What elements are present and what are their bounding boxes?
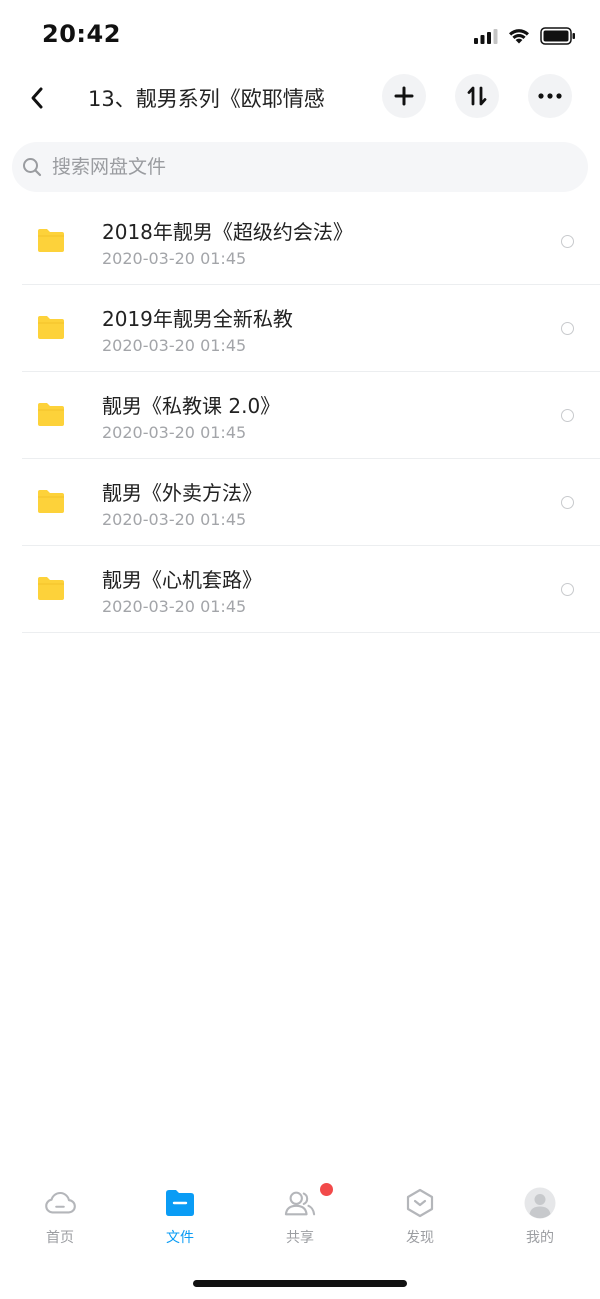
- folder-icon: [38, 403, 64, 426]
- battery-icon: [540, 27, 575, 45]
- tab-label: 首页: [46, 1230, 74, 1246]
- tab-home[interactable]: 首页: [0, 1180, 120, 1250]
- status-bar: 20:42: [0, 0, 600, 70]
- file-name: 2018年靓男《超级约会法》: [102, 220, 353, 244]
- tab-label: 我的: [526, 1230, 554, 1246]
- file-row[interactable]: 2018年靓男《超级约会法》 2020-03-20 01:45: [0, 198, 600, 285]
- file-date: 2020-03-20 01:45: [102, 510, 247, 529]
- file-row[interactable]: 靓男《私教课 2.0》 2020-03-20 01:45: [0, 372, 600, 459]
- search-bar[interactable]: [12, 142, 588, 192]
- search-icon: [22, 157, 42, 177]
- users-icon: [284, 1187, 316, 1219]
- tab-label: 文件: [166, 1230, 194, 1246]
- more-icon: [538, 93, 562, 99]
- folder-icon: [164, 1187, 196, 1219]
- status-icons: [474, 24, 576, 48]
- folder-icon: [38, 316, 64, 339]
- select-radio[interactable]: [561, 235, 574, 248]
- status-time: 20:42: [42, 20, 121, 48]
- file-date: 2020-03-20 01:45: [102, 249, 247, 268]
- file-date: 2020-03-20 01:45: [102, 597, 247, 616]
- search-input[interactable]: [52, 156, 532, 178]
- header: 13、靓男系列《欧耶情感: [0, 70, 600, 126]
- tab-label: 共享: [286, 1230, 314, 1246]
- select-radio[interactable]: [561, 496, 574, 509]
- wifi-icon: [509, 29, 529, 44]
- back-button[interactable]: [20, 80, 54, 116]
- tab-files[interactable]: 文件: [120, 1180, 240, 1250]
- file-date: 2020-03-20 01:45: [102, 336, 247, 355]
- file-name: 靓男《心机套路》: [102, 568, 262, 592]
- file-row[interactable]: 2019年靓男全新私教 2020-03-20 01:45: [0, 285, 600, 372]
- select-radio[interactable]: [561, 322, 574, 335]
- home-indicator: [193, 1280, 407, 1287]
- file-name: 靓男《私教课 2.0》: [102, 394, 281, 418]
- discover-icon: [404, 1187, 436, 1219]
- file-date: 2020-03-20 01:45: [102, 423, 247, 442]
- cloud-icon: [44, 1187, 76, 1219]
- notification-badge: [320, 1183, 333, 1196]
- tab-discover[interactable]: 发现: [360, 1180, 480, 1250]
- tab-me[interactable]: 我的: [480, 1180, 600, 1250]
- sort-icon: [467, 86, 487, 106]
- file-name: 靓男《外卖方法》: [102, 481, 262, 505]
- tab-share[interactable]: 共享: [240, 1180, 360, 1250]
- file-row[interactable]: 靓男《心机套路》 2020-03-20 01:45: [0, 546, 600, 633]
- plus-icon: [394, 86, 414, 106]
- select-radio[interactable]: [561, 409, 574, 422]
- folder-icon: [38, 577, 64, 600]
- more-button[interactable]: [528, 74, 572, 118]
- signal-icon: [474, 29, 498, 44]
- file-list: 2018年靓男《超级约会法》 2020-03-20 01:45 2019年靓男全…: [0, 198, 600, 633]
- add-button[interactable]: [382, 74, 426, 118]
- file-row[interactable]: 靓男《外卖方法》 2020-03-20 01:45: [0, 459, 600, 546]
- page-title: 13、靓男系列《欧耶情感: [88, 87, 325, 111]
- file-name: 2019年靓男全新私教: [102, 307, 293, 331]
- sort-button[interactable]: [455, 74, 499, 118]
- tab-bar: 首页 文件 共享 发现 我的: [0, 1180, 600, 1250]
- back-icon: [31, 87, 43, 109]
- select-radio[interactable]: [561, 583, 574, 596]
- tab-label: 发现: [406, 1230, 434, 1246]
- folder-icon: [38, 229, 64, 252]
- folder-icon: [38, 490, 64, 513]
- avatar-icon: [524, 1187, 556, 1219]
